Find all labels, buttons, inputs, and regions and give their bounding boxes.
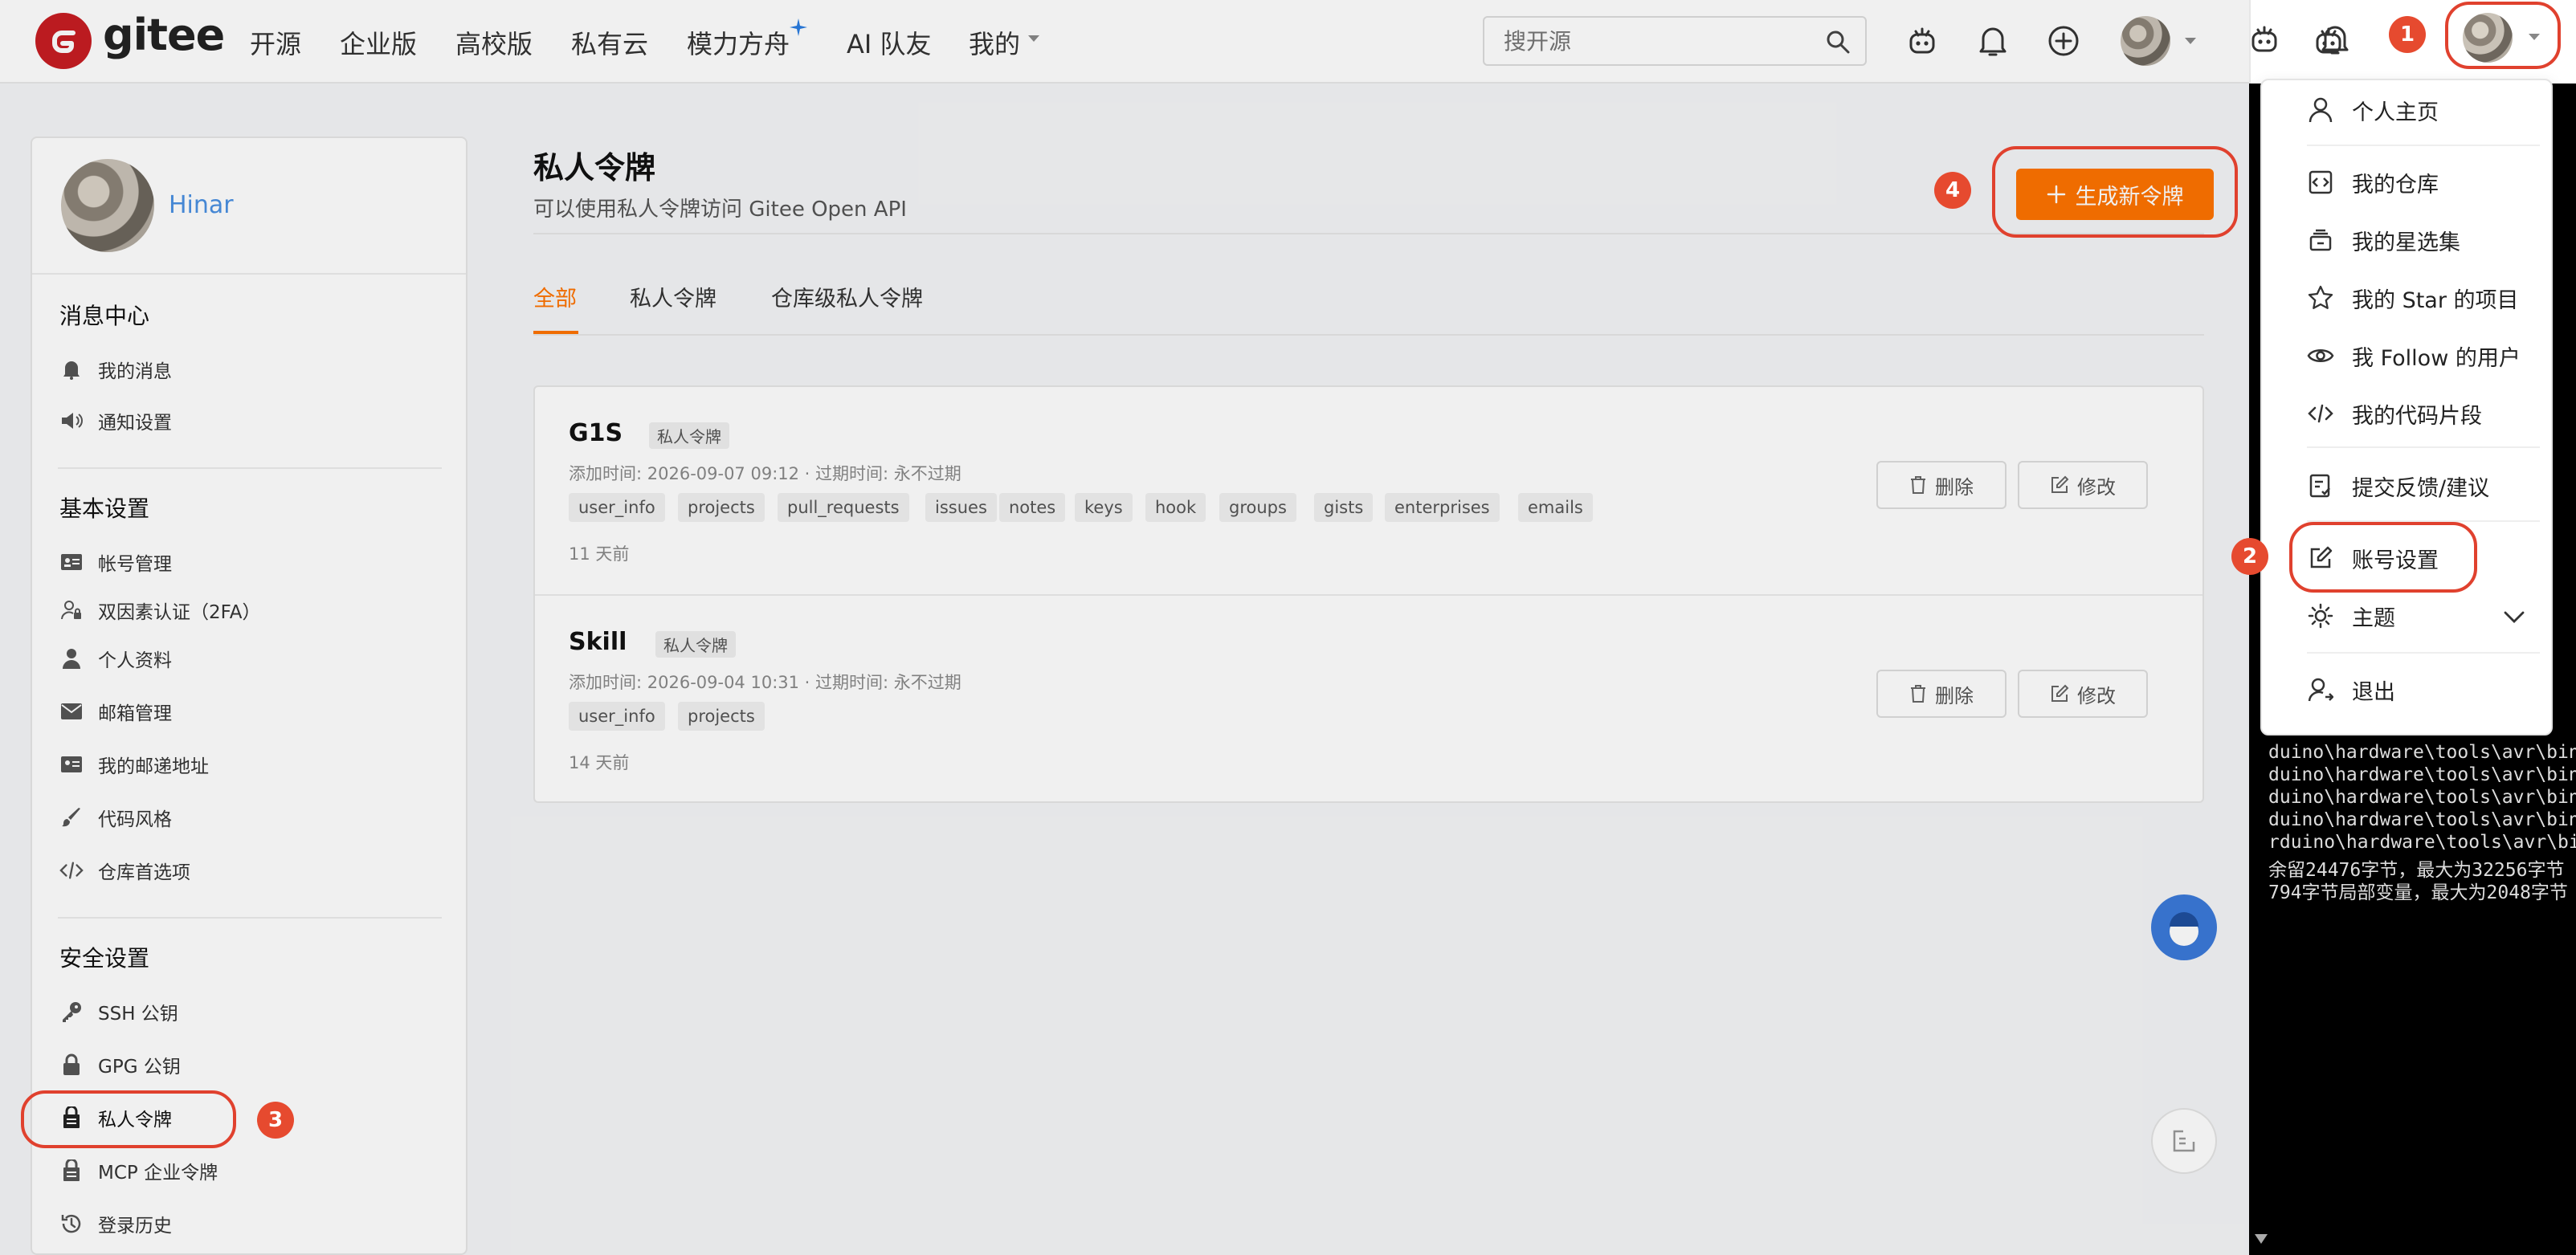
menu-item-account-settings[interactable]: 账号设置 xyxy=(2307,536,2548,580)
scroll-down-arrow-icon[interactable] xyxy=(2254,1233,2268,1245)
menu-item-label: 我的代码片段 xyxy=(2352,403,2482,429)
menu-item-logout[interactable]: 退出 xyxy=(2307,668,2548,711)
menu-item-label: 主题 xyxy=(2352,605,2395,631)
menu-item-label: 我的 Star 的项目 xyxy=(2352,287,2519,313)
menu-item-label: 退出 xyxy=(2352,679,2395,705)
chevron-down-icon[interactable] xyxy=(2527,32,2541,42)
terminal-line: 794字节局部变量，最大为2048字节 xyxy=(2268,882,2568,903)
repo-icon xyxy=(2307,169,2334,196)
terminal-line: rduino\hardware\tools\avr\bin xyxy=(2268,832,2576,853)
user-avatar-menu-trigger[interactable] xyxy=(2463,13,2513,63)
step-badge-4: 4 xyxy=(1934,172,1971,209)
user-icon xyxy=(2307,96,2334,124)
feedback-icon xyxy=(2307,472,2334,499)
chevron-down-icon[interactable] xyxy=(2503,610,2525,625)
eye-icon xyxy=(2307,342,2334,369)
step-badge-1: 1 xyxy=(2389,16,2426,53)
terminal-line: duino\hardware\tools\avr\bin\ xyxy=(2268,809,2576,830)
divider xyxy=(2307,520,2540,522)
edit-icon xyxy=(2307,544,2334,572)
ai-robot-icon[interactable] xyxy=(2247,22,2281,56)
menu-item-label: 我的星选集 xyxy=(2352,230,2460,255)
menu-item-my-stars[interactable]: 我的 Star 的项目 xyxy=(2307,276,2548,320)
menu-item-label: 我的仓库 xyxy=(2352,172,2439,198)
menu-item-homepage[interactable]: 个人主页 xyxy=(2307,88,2548,132)
star-icon xyxy=(2307,284,2334,312)
menu-item-my-collections[interactable]: 我的星选集 xyxy=(2307,218,2548,262)
menu-item-my-repos[interactable]: 我的仓库 xyxy=(2307,161,2548,204)
step-badge-2: 2 xyxy=(2231,538,2268,575)
menu-item-label: 提交反馈/建议 xyxy=(2352,475,2490,501)
menu-item-label: 个人主页 xyxy=(2352,100,2439,125)
terminal-line: duino\hardware\tools\avr\bin\ xyxy=(2268,764,2576,785)
terminal-line: duino\hardware\tools\avr\bin\ xyxy=(2268,742,2576,763)
terminal-line: duino\hardware\tools\avr\bin\ xyxy=(2268,787,2576,808)
user-dropdown-menu: 个人主页 我的仓库 我的星选集 我的 Star 的项目 我 Follow 的用户… xyxy=(2260,79,2553,735)
menu-item-snippets[interactable]: 我的代码片段 xyxy=(2307,392,2548,435)
step-badge-3: 3 xyxy=(257,1102,294,1139)
bell-icon[interactable] xyxy=(2318,21,2352,56)
menu-item-feedback[interactable]: 提交反馈/建议 xyxy=(2307,464,2548,507)
code-icon xyxy=(2307,400,2334,427)
collection-icon xyxy=(2307,226,2334,254)
page-dim-overlay xyxy=(0,0,2249,1255)
logout-icon xyxy=(2307,676,2334,703)
divider xyxy=(2307,145,2540,146)
divider xyxy=(2307,446,2540,448)
menu-item-label: 我 Follow 的用户 xyxy=(2352,345,2521,371)
divider xyxy=(2307,652,2540,654)
menu-item-label: 账号设置 xyxy=(2352,548,2439,573)
sun-icon xyxy=(2307,602,2334,630)
menu-item-following[interactable]: 我 Follow 的用户 xyxy=(2307,334,2548,377)
